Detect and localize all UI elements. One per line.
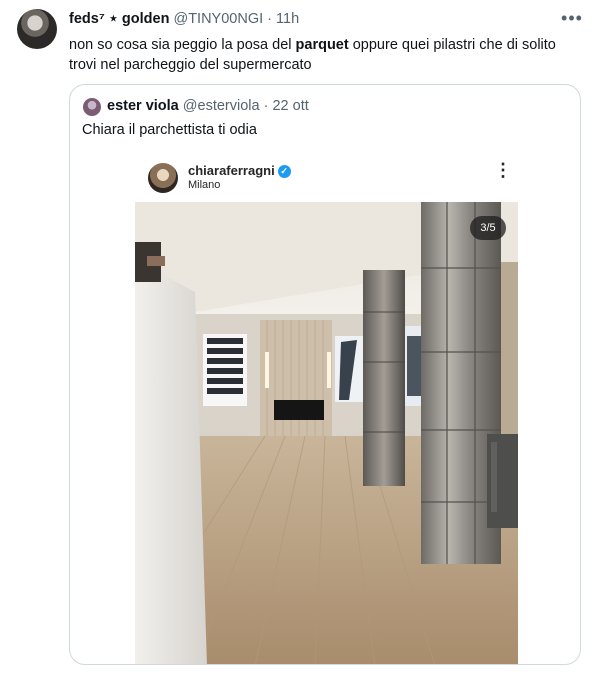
- instagram-location: Milano: [188, 179, 221, 191]
- author-handle[interactable]: @TINY00NGI: [173, 11, 263, 27]
- separator-dot: ·: [263, 98, 269, 114]
- quoted-tweet[interactable]: ester viola @esterviola · 22 ott Chiara …: [69, 84, 581, 665]
- separator-dot: ·: [267, 11, 273, 27]
- tweet-text-part: non so cosa sia peggio la posa del: [69, 37, 296, 53]
- tweet-text-bold: parquet: [295, 37, 349, 53]
- quote-author-handle: @esterviola: [182, 98, 260, 114]
- instagram-username-text: chiaraferragni: [188, 163, 275, 178]
- verified-badge-icon: ✓: [277, 165, 291, 178]
- instagram-post-screenshot[interactable]: chiaraferragni ✓ Milano ⋮ 3/5: [135, 157, 518, 664]
- room-photo: [135, 202, 518, 664]
- quote-header: ester viola @esterviola · 22 ott: [107, 98, 309, 114]
- tweet-timestamp[interactable]: 11h: [276, 11, 299, 27]
- instagram-username: chiaraferragni ✓: [188, 163, 291, 178]
- author-avatar[interactable]: [17, 9, 57, 49]
- instagram-avatar: [148, 163, 178, 193]
- instagram-post-header: chiaraferragni ✓ Milano ⋮: [135, 157, 518, 202]
- quote-date: 22 ott: [272, 98, 309, 114]
- quote-text: Chiara il parchettista ti odia: [82, 122, 257, 138]
- quote-author-name: ester viola: [107, 98, 179, 114]
- more-vertical-icon: ⋮: [494, 160, 512, 180]
- tweet-header: feds⁷ ⋆ golden @TINY00NGI · 11h: [69, 11, 299, 27]
- more-horizontal-icon[interactable]: •••: [560, 8, 584, 32]
- quote-author-avatar: [83, 98, 101, 116]
- carousel-counter: 3/5: [470, 216, 506, 240]
- tweet-text: non so cosa sia peggio la posa del parqu…: [69, 35, 569, 75]
- author-name[interactable]: feds⁷ ⋆ golden: [69, 11, 169, 27]
